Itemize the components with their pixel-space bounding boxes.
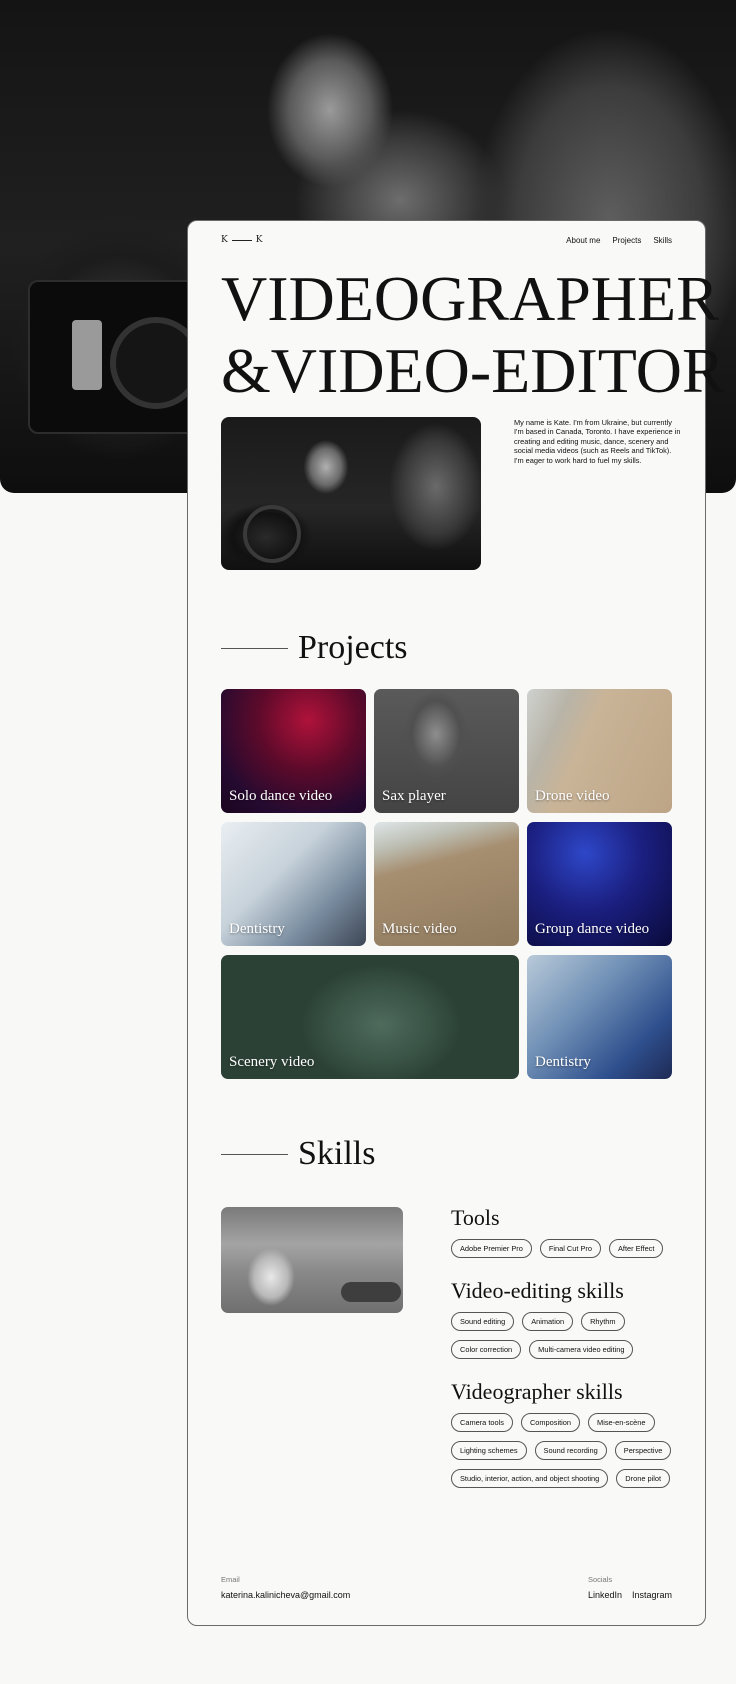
skill-chip: After Effect bbox=[609, 1239, 664, 1258]
tools-chips: Adobe Premier Pro Final Cut Pro After Ef… bbox=[451, 1239, 681, 1258]
project-label: Music video bbox=[382, 921, 457, 937]
project-label: Dentistry bbox=[535, 1054, 591, 1070]
portfolio-card: K K About me Projects Skills VIDEOGRAPHE… bbox=[187, 220, 725, 1626]
project-tile-drone[interactable]: Drone video bbox=[527, 689, 672, 813]
videographer-heading: Videographer skills bbox=[451, 1379, 623, 1404]
project-tile-music-video[interactable]: Music video bbox=[374, 822, 519, 946]
linkedin-link[interactable]: LinkedIn bbox=[588, 1590, 622, 1600]
project-label: Dentistry bbox=[229, 921, 285, 937]
socials-label: Socials bbox=[587, 1575, 613, 1584]
logo-divider bbox=[231, 239, 252, 241]
projects-title: Projects bbox=[298, 629, 408, 666]
skill-chip: Mise-en-scène bbox=[588, 1413, 655, 1432]
project-label: Sax player bbox=[382, 788, 446, 804]
nav-link-skills[interactable]: Skills bbox=[653, 236, 672, 245]
logo-letter-right: K bbox=[255, 235, 263, 245]
project-tile-solo-dance[interactable]: Solo dance video bbox=[221, 689, 366, 813]
camera-shape bbox=[28, 280, 212, 434]
skill-chip: Drone pilot bbox=[616, 1469, 671, 1488]
project-tile-dentistry-2[interactable]: Dentistry bbox=[527, 955, 672, 1079]
project-label: Solo dance video bbox=[229, 788, 333, 804]
projects-heading: Projects bbox=[221, 628, 408, 668]
skill-chip: Studio, interior, action, and object sho… bbox=[451, 1469, 609, 1488]
skill-chip: Multi-camera video editing bbox=[529, 1340, 634, 1359]
intro-text: My name is Kate. I'm from Ukraine, but c… bbox=[514, 418, 681, 465]
nav-links: About me Projects Skills bbox=[566, 236, 672, 245]
skills-photo bbox=[221, 1207, 403, 1313]
skill-chip: Rhythm bbox=[581, 1312, 625, 1331]
skills-heading: Skills bbox=[221, 1134, 375, 1174]
nav-link-projects[interactable]: Projects bbox=[612, 236, 641, 245]
skill-chip: Perspective bbox=[614, 1441, 672, 1460]
heading-rule bbox=[221, 647, 288, 649]
editing-heading: Video-editing skills bbox=[451, 1278, 624, 1303]
logo[interactable]: K K bbox=[221, 235, 262, 245]
skill-chip: Adobe Premier Pro bbox=[451, 1239, 532, 1258]
project-label: Drone video bbox=[535, 788, 610, 804]
logo-letter-left: K bbox=[221, 235, 228, 245]
social-links: LinkedIn Instagram bbox=[588, 1590, 672, 1600]
project-tile-dentistry-1[interactable]: Dentistry bbox=[221, 822, 366, 946]
intro-photo bbox=[221, 417, 481, 570]
camera-tape-shape bbox=[72, 320, 102, 390]
videographer-chips: Camera tools Composition Mise-en-scène L… bbox=[451, 1413, 681, 1488]
project-tile-group-dance[interactable]: Group dance video bbox=[527, 822, 672, 946]
projects-grid: Solo dance video Sax player Drone video … bbox=[221, 689, 672, 1081]
page: K K About me Projects Skills VIDEOGRAPHE… bbox=[0, 0, 736, 1684]
skill-chip: Sound editing bbox=[451, 1312, 515, 1331]
project-label: Scenery video bbox=[229, 1054, 315, 1070]
skill-chip: Camera tools bbox=[451, 1413, 513, 1432]
skills-column: Tools Adobe Premier Pro Final Cut Pro Af… bbox=[451, 1205, 681, 1508]
top-nav: K K About me Projects Skills bbox=[221, 229, 672, 251]
socials-block: Socials LinkedIn Instagram bbox=[588, 1575, 672, 1600]
page-title: VIDEOGRAPHER &VIDEO-EDITOR bbox=[221, 263, 725, 407]
editing-chips: Sound editing Animation Rhythm Color cor… bbox=[451, 1312, 681, 1359]
tools-heading: Tools bbox=[451, 1205, 500, 1230]
instagram-link[interactable]: Instagram bbox=[632, 1590, 672, 1600]
heading-rule bbox=[221, 1153, 288, 1155]
project-tile-scenery[interactable]: Scenery video bbox=[221, 955, 519, 1079]
skill-chip: Composition bbox=[520, 1413, 581, 1432]
skills-title: Skills bbox=[298, 1135, 376, 1172]
title-line-1: VIDEOGRAPHER bbox=[221, 263, 719, 334]
skill-chip: Final Cut Pro bbox=[539, 1239, 601, 1258]
skill-chip: Lighting schemes bbox=[451, 1441, 527, 1460]
project-label: Group dance video bbox=[535, 921, 650, 937]
skill-chip: Color correction bbox=[451, 1340, 522, 1359]
skill-chip: Sound recording bbox=[534, 1441, 607, 1460]
project-tile-sax-player[interactable]: Sax player bbox=[374, 689, 519, 813]
title-line-2: &VIDEO-EDITOR bbox=[221, 335, 725, 406]
footer: Email katerina.kalinicheva@gmail.com Soc… bbox=[221, 1575, 672, 1600]
skill-chip: Animation bbox=[522, 1312, 574, 1331]
nav-link-about[interactable]: About me bbox=[566, 236, 600, 245]
